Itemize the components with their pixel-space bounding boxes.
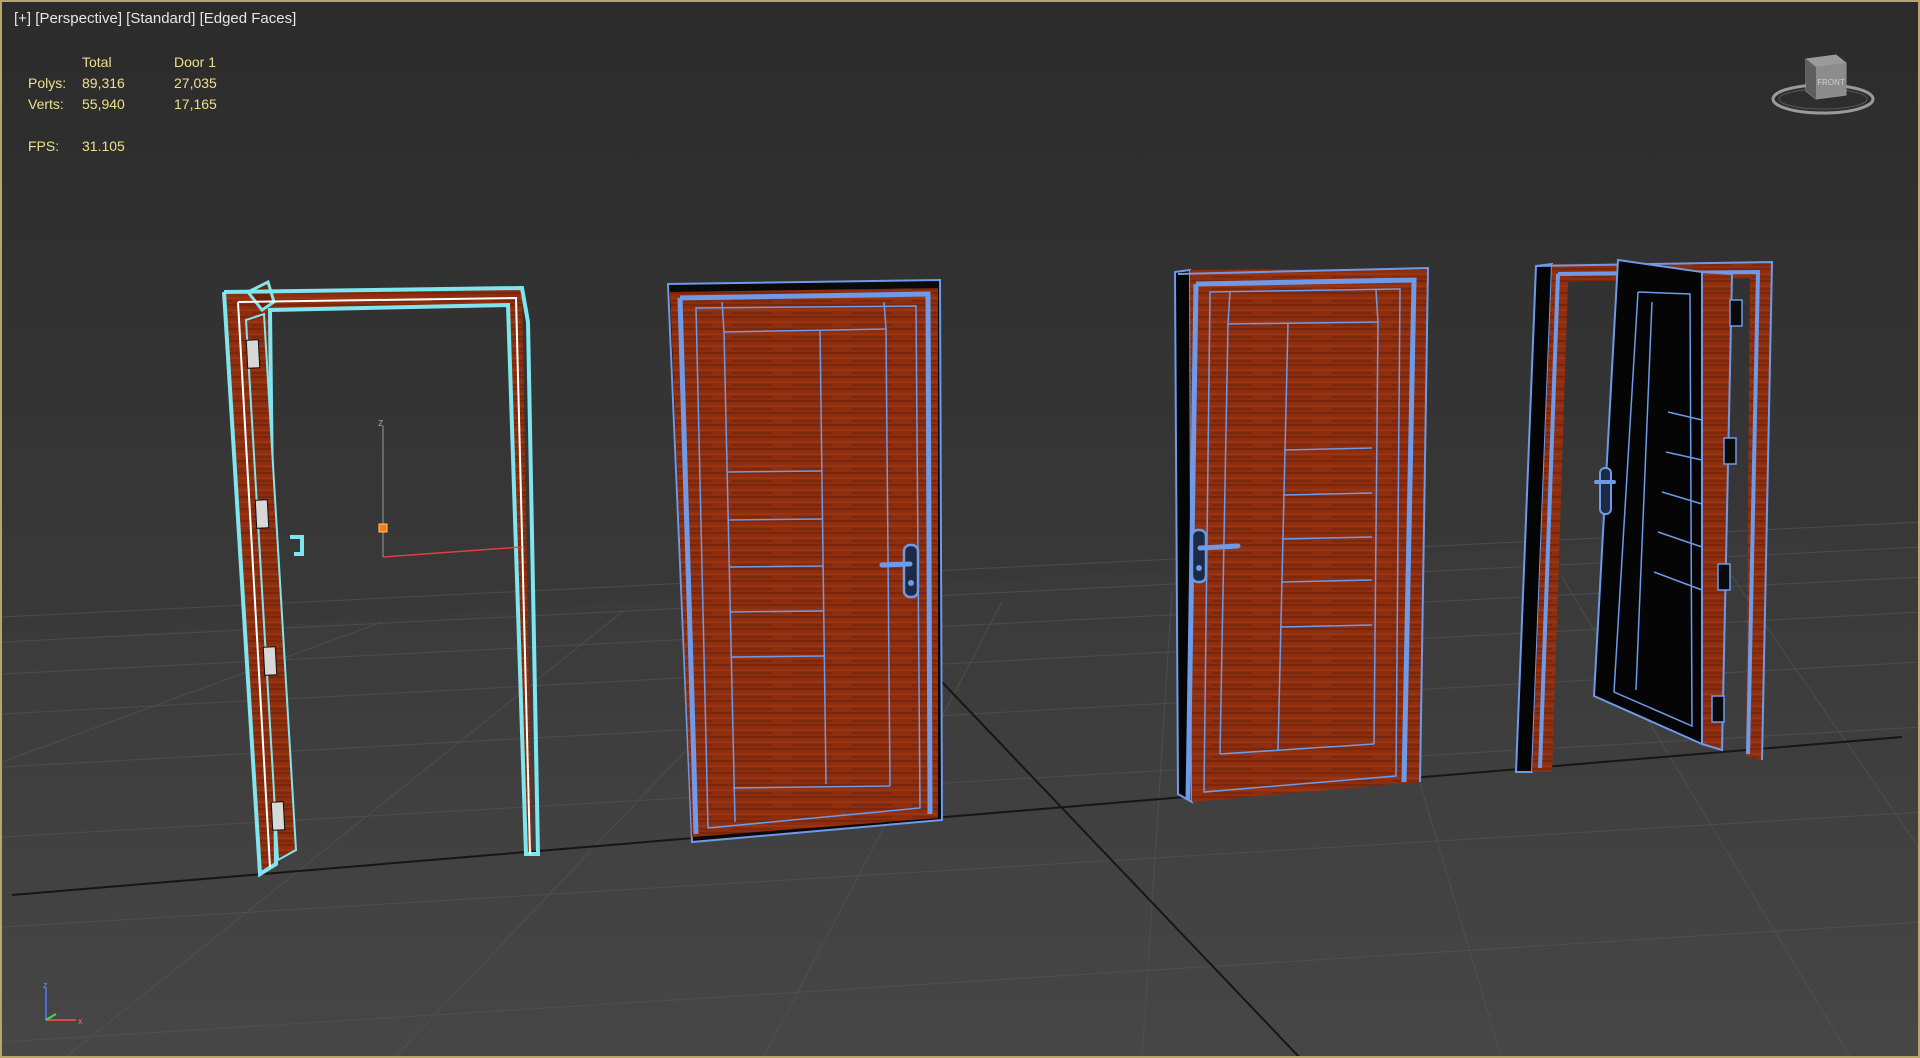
stats-polys-row: Polys: 89,316 27,035 [28, 73, 254, 94]
viewport-label-menu: [+] [Perspective] [Standard] [Edged Face… [14, 10, 296, 27]
stats-header-row: Total Door 1 [28, 52, 254, 73]
gizmo-z-label: z [378, 417, 384, 429]
stats-verts-total: 55,940 [82, 96, 125, 112]
stats-header-total: Total [82, 54, 112, 70]
perspective-viewport[interactable]: z [+] [Perspective] [Standard] [Edged Fa… [0, 0, 1920, 1058]
viewport-plus-menu[interactable]: [+] [14, 10, 31, 27]
stats-fps-label: FPS: [28, 138, 60, 154]
stats-verts-label: Verts: [28, 96, 64, 112]
viewport-display-menu[interactable]: [Edged Faces] [200, 10, 297, 27]
stats-header-object: Door 1 [174, 54, 217, 70]
viewport-shading-menu[interactable]: [Standard] [126, 10, 195, 27]
viewcube-face-label: FRONT [1817, 78, 1845, 87]
stats-fps-value: 31.105 [82, 138, 125, 154]
door-2[interactable] [666, 278, 944, 844]
viewport-statistics: Total Door 1 Polys: 89,316 27,035 Verts:… [28, 52, 254, 157]
stats-polys-object: 27,035 [174, 75, 217, 91]
axis-z-label: z [43, 980, 48, 990]
stats-polys-total: 89,316 [82, 75, 125, 91]
transform-gizmo[interactable] [378, 426, 523, 558]
stats-spacer [28, 52, 82, 73]
stats-verts-row: Verts: 55,940 17,165 [28, 94, 254, 115]
viewport-pov-menu[interactable]: [Perspective] [35, 10, 122, 27]
axis-x-label: x [78, 1016, 83, 1026]
stats-verts-object: 17,165 [174, 96, 217, 112]
viewcube[interactable]: FRONT [1768, 47, 1878, 122]
axis-tripod: z x [43, 980, 83, 1026]
stats-fps-row: FPS: 31.105 [28, 136, 254, 157]
stats-polys-label: Polys: [28, 75, 67, 91]
scene-canvas[interactable]: z [2, 2, 1920, 1058]
door-3[interactable] [1173, 266, 1430, 804]
